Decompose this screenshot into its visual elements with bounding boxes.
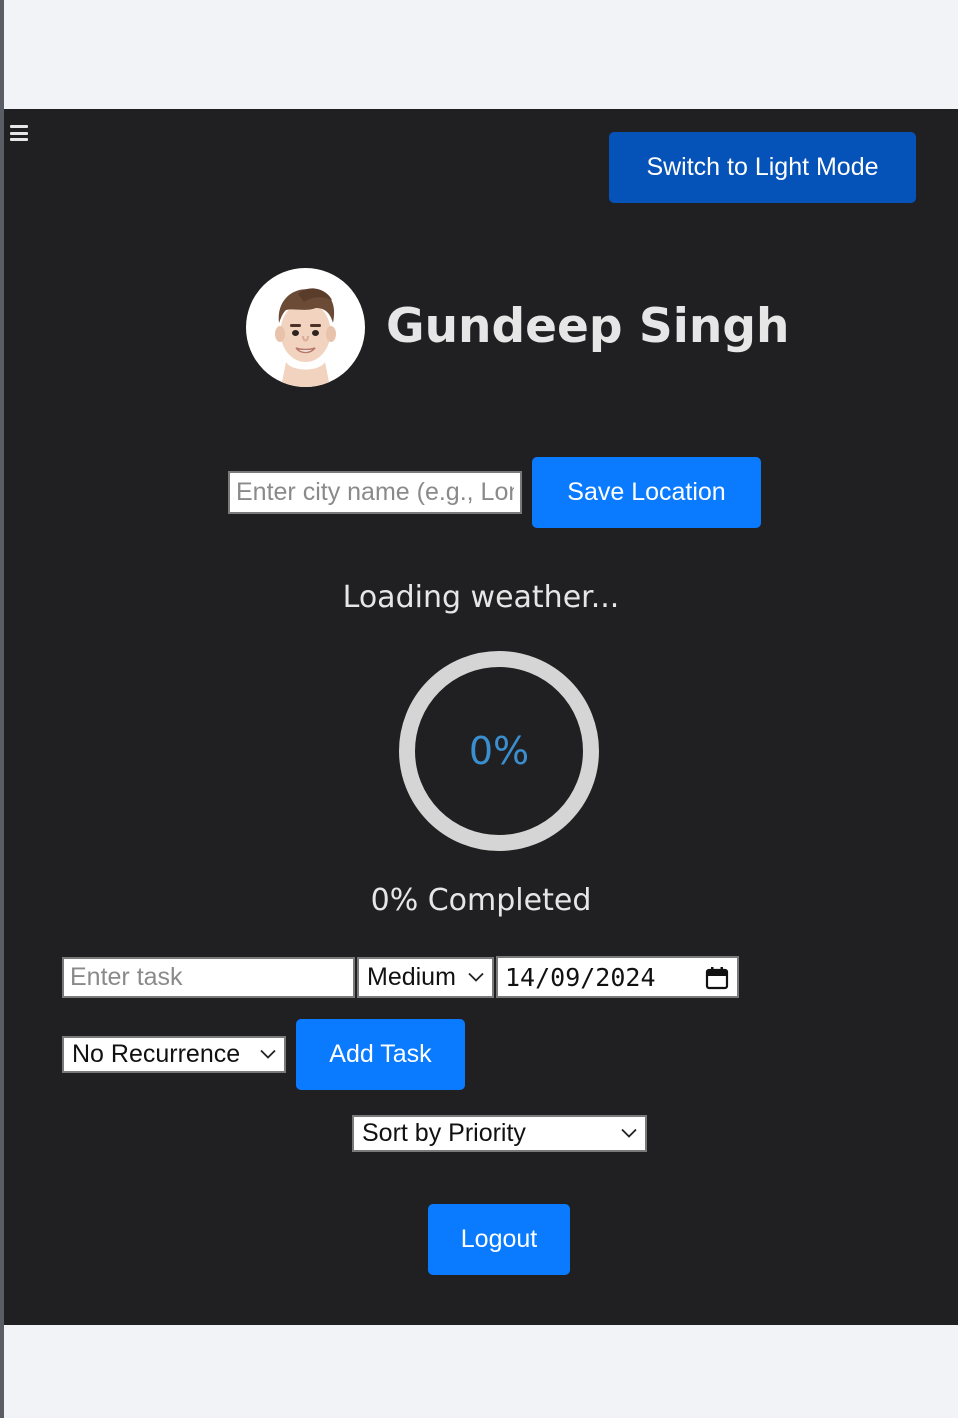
due-date-value: 14/09/2024 [505, 962, 656, 992]
sort-select[interactable]: Sort by Priority [352, 1115, 647, 1152]
priority-select-value: Medium [367, 963, 456, 991]
dashboard-panel: Switch to Light Mode Gundeep Singh Save … [4, 109, 958, 1325]
progress-ring: 0% [398, 650, 600, 852]
save-location-button[interactable]: Save Location [532, 457, 761, 528]
city-input[interactable] [228, 471, 522, 514]
chevron-down-icon [621, 1128, 637, 1138]
theme-toggle-button[interactable]: Switch to Light Mode [609, 132, 916, 203]
sort-select-value: Sort by Priority [362, 1119, 526, 1147]
add-task-button[interactable]: Add Task [296, 1019, 465, 1090]
task-input[interactable] [62, 957, 355, 998]
progress-percent: 0% [468, 729, 530, 773]
recurrence-select[interactable]: No Recurrence [62, 1036, 286, 1073]
avatar [246, 268, 365, 387]
calendar-icon[interactable] [705, 966, 729, 990]
weather-status: Loading weather... [342, 580, 620, 615]
due-date-input[interactable]: 14/09/2024 [496, 956, 739, 998]
memoji-avatar-icon [275, 288, 336, 387]
completed-label: 0% Completed [370, 883, 592, 918]
priority-select[interactable]: Medium [357, 957, 494, 998]
hamburger-icon[interactable] [10, 125, 28, 141]
user-name: Gundeep Singh [386, 299, 790, 354]
chevron-down-icon [468, 972, 484, 982]
recurrence-select-value: No Recurrence [72, 1040, 241, 1068]
chevron-down-icon [260, 1049, 276, 1059]
logout-button[interactable]: Logout [428, 1204, 570, 1275]
